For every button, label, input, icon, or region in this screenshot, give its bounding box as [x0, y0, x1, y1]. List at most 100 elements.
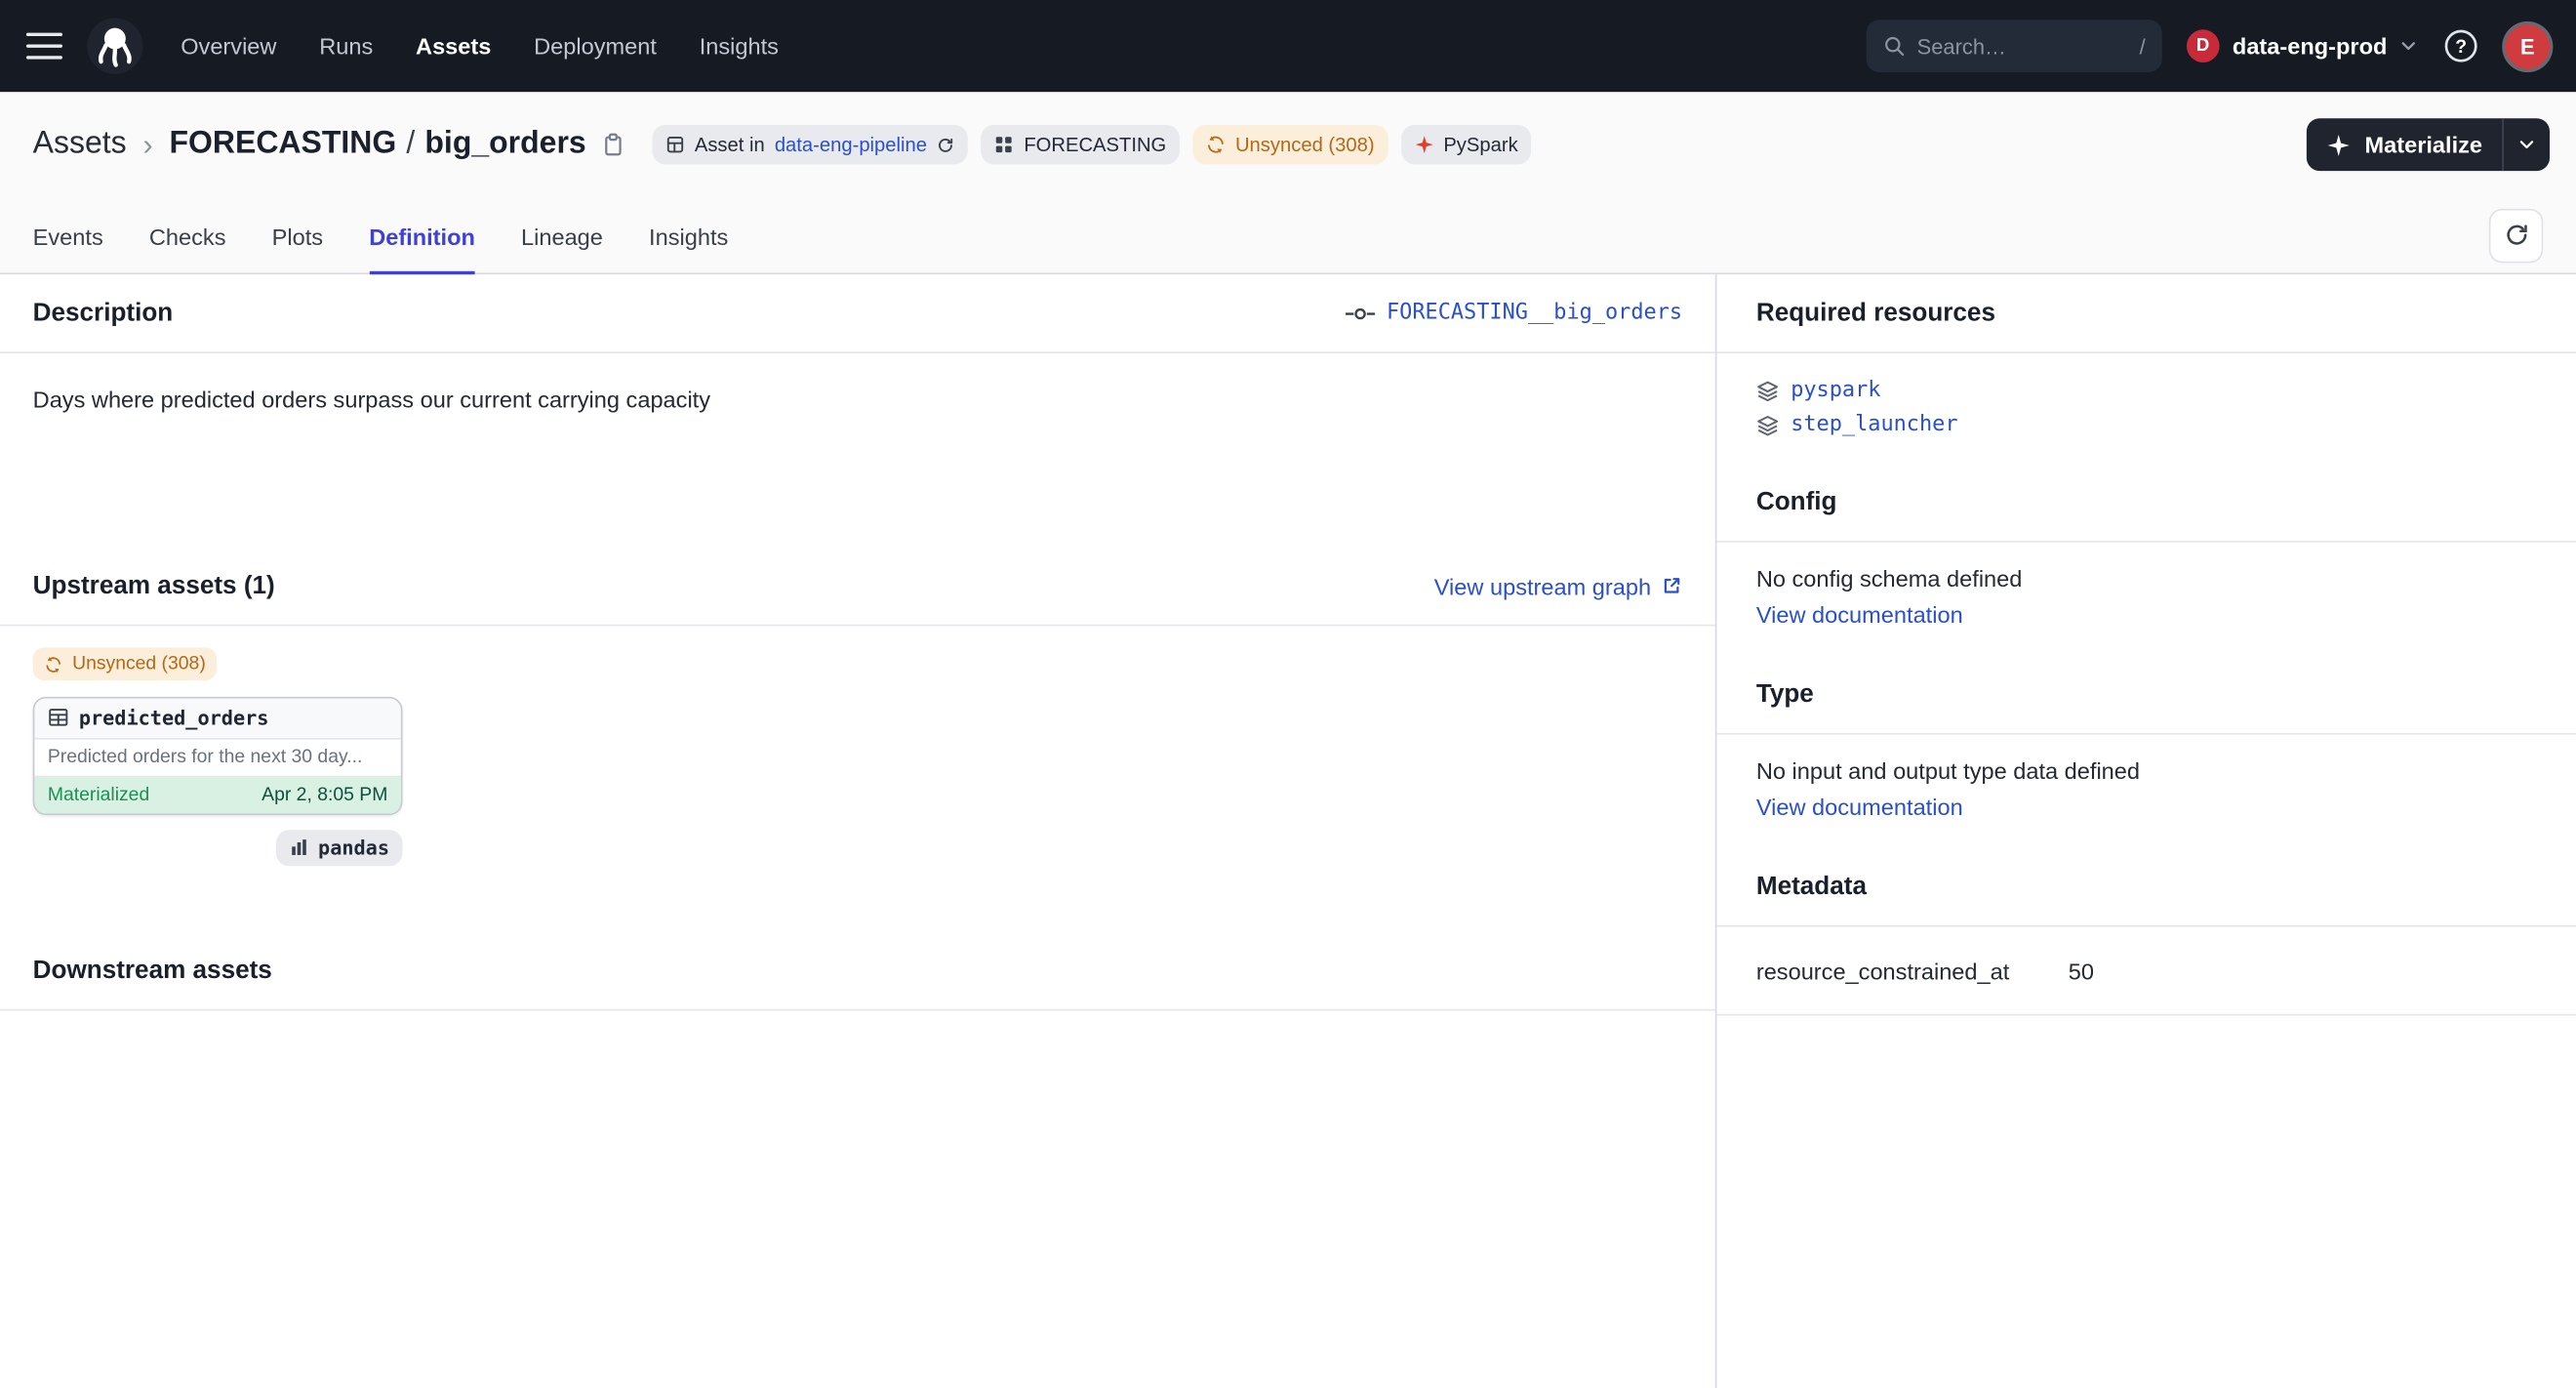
downstream-title: Downstream assets: [33, 956, 272, 985]
reload-icon[interactable]: [937, 136, 955, 154]
materialized-status: Materialized: [48, 785, 149, 804]
asset-group-icon: [994, 135, 1014, 154]
upstream-asset-description: Predicted orders for the next 30 day...: [34, 739, 400, 777]
upstream-asset-name: predicted_orders: [79, 706, 269, 729]
view-upstream-graph-label: View upstream graph: [1434, 573, 1651, 599]
nav-item-overview[interactable]: Overview: [181, 33, 276, 60]
tab-insights[interactable]: Insights: [649, 224, 728, 274]
layers-icon: [1756, 379, 1780, 402]
materialize-button[interactable]: Materialize: [2308, 118, 2550, 171]
upstream-title: Upstream assets (1): [33, 571, 275, 600]
nav-right-cluster: / D data-eng-prod ? E: [1866, 20, 2550, 72]
asset-group-name: FORECASTING: [169, 127, 396, 163]
breadcrumb-row: Assets › FORECASTING / big_orders Asset …: [0, 92, 2576, 197]
unsynced-tag[interactable]: Unsynced (308): [1192, 125, 1388, 164]
upstream-asset-status-bar: Materialized Apr 2, 8:05 PM: [34, 777, 400, 813]
definition-sidebar: Required resources pyspark step_launcher: [1716, 274, 2576, 1388]
tag-asset-group-label: FORECASTING: [1024, 133, 1166, 156]
config-title: Config: [1756, 487, 1837, 516]
sync-icon: [44, 655, 62, 674]
tag-asset-group[interactable]: FORECASTING: [982, 125, 1180, 164]
primary-nav: Overview Runs Assets Deployment Insights: [181, 33, 779, 60]
asset-card-header: predicted_orders: [34, 698, 400, 739]
external-link-icon: [1661, 575, 1682, 596]
breadcrumb-assets-link[interactable]: Assets: [33, 127, 127, 163]
tab-events[interactable]: Events: [33, 224, 103, 274]
spark-icon: [1414, 135, 1433, 154]
breadcrumb-slash: /: [406, 127, 415, 163]
view-documentation-link[interactable]: View documentation: [1756, 601, 1963, 628]
metadata-row: resource_constrained_at 50: [1716, 927, 2576, 1016]
asset-card[interactable]: predicted_orders Predicted orders for th…: [33, 696, 403, 814]
deployment-badge: D: [2187, 29, 2220, 62]
search-input[interactable]: [1917, 34, 2128, 59]
job-icon: [665, 135, 685, 154]
kind-tag-pyspark[interactable]: PySpark: [1401, 125, 1532, 164]
tab-plots[interactable]: Plots: [272, 224, 323, 274]
upstream-section-header: Upstream assets (1) View upstream graph: [0, 548, 1715, 627]
description-title: Description: [33, 299, 174, 328]
copy-icon[interactable]: [599, 132, 625, 158]
pipeline-link[interactable]: data-eng-pipeline: [775, 133, 927, 156]
upstream-unsynced-badge: Unsynced (308): [33, 647, 218, 680]
config-section-header: Config: [1716, 464, 2576, 543]
page-header: Assets › FORECASTING / big_orders Asset …: [0, 92, 2576, 274]
kind-tag-pandas-label: pandas: [318, 836, 389, 859]
hamburger-menu-icon[interactable]: [26, 33, 62, 60]
upstream-assets-block: Unsynced (308) predicted_orders Predicte…: [0, 626, 1715, 931]
metadata-title: Metadata: [1756, 872, 1867, 901]
unsynced-tag-label: Unsynced (308): [1235, 133, 1375, 156]
description-section-header: Description FORECASTING__big_orders: [0, 274, 1715, 353]
description-body: Days where predicted orders surpass our …: [0, 353, 1715, 548]
resource-pyspark[interactable]: pyspark: [1756, 375, 2537, 406]
content-area: Description FORECASTING__big_orders Days…: [0, 274, 2576, 1388]
materialize-label: Materialize: [2364, 132, 2482, 158]
resource-step-launcher-label: step_launcher: [1791, 413, 1957, 437]
svg-text:?: ?: [2455, 36, 2467, 58]
deployment-switcher[interactable]: D data-eng-prod: [2187, 29, 2417, 62]
config-empty-text: No config schema defined: [1756, 565, 2537, 592]
tab-bar: Events Checks Plots Definition Lineage I…: [0, 197, 2576, 272]
type-title: Type: [1756, 679, 1814, 709]
metadata-section-header: Metadata: [1716, 848, 2576, 927]
chevron-down-icon: [2400, 38, 2417, 55]
tab-lineage[interactable]: Lineage: [521, 224, 603, 274]
metadata-key: resource_constrained_at: [1756, 958, 2069, 984]
user-avatar[interactable]: E: [2506, 23, 2550, 67]
kind-tag-pandas[interactable]: pandas: [275, 829, 402, 865]
nav-item-deployment[interactable]: Deployment: [534, 33, 657, 60]
view-documentation-link[interactable]: View documentation: [1756, 794, 1963, 820]
type-empty-text: No input and output type data defined: [1756, 757, 2537, 784]
definition-main-panel: Description FORECASTING__big_orders Days…: [0, 274, 1716, 1388]
nav-item-runs[interactable]: Runs: [319, 33, 373, 60]
materialized-timestamp: Apr 2, 8:05 PM: [262, 785, 387, 804]
tab-checks[interactable]: Checks: [149, 224, 226, 274]
metadata-value: 50: [2069, 958, 2537, 984]
top-navbar: Overview Runs Assets Deployment Insights…: [0, 0, 2576, 92]
resource-step-launcher[interactable]: step_launcher: [1756, 409, 2537, 440]
upstream-unsynced-label: Unsynced (308): [72, 654, 206, 674]
refresh-button[interactable]: [2489, 208, 2544, 263]
help-icon[interactable]: ?: [2441, 26, 2480, 65]
asset-name: big_orders: [424, 127, 585, 163]
deployment-name: data-eng-prod: [2233, 33, 2387, 60]
asset-node-link-label: FORECASTING__big_orders: [1387, 301, 1682, 325]
dagster-logo-icon[interactable]: [86, 17, 145, 76]
page-title: FORECASTING / big_orders: [169, 127, 585, 163]
table-icon: [48, 707, 69, 728]
tag-asset-in-label: Asset in: [695, 133, 765, 156]
tab-definition[interactable]: Definition: [369, 224, 475, 274]
tag-asset-in-pipeline[interactable]: Asset in data-eng-pipeline: [652, 125, 968, 164]
kind-tag-row: pandas: [33, 829, 403, 865]
sparkle-icon: [2327, 133, 2352, 157]
asset-node-icon: [1346, 304, 1375, 323]
type-empty-state: No input and output type data defined Vi…: [1716, 735, 2576, 848]
global-search[interactable]: /: [1866, 20, 2161, 72]
nav-item-insights[interactable]: Insights: [700, 33, 779, 60]
materialize-dropdown-button[interactable]: [2504, 118, 2550, 171]
nav-item-assets[interactable]: Assets: [416, 33, 491, 60]
view-upstream-graph-link[interactable]: View upstream graph: [1434, 573, 1682, 599]
sync-icon: [1206, 135, 1226, 154]
upstream-asset: predicted_orders Predicted orders for th…: [33, 696, 403, 865]
asset-node-link[interactable]: FORECASTING__big_orders: [1346, 301, 1682, 325]
